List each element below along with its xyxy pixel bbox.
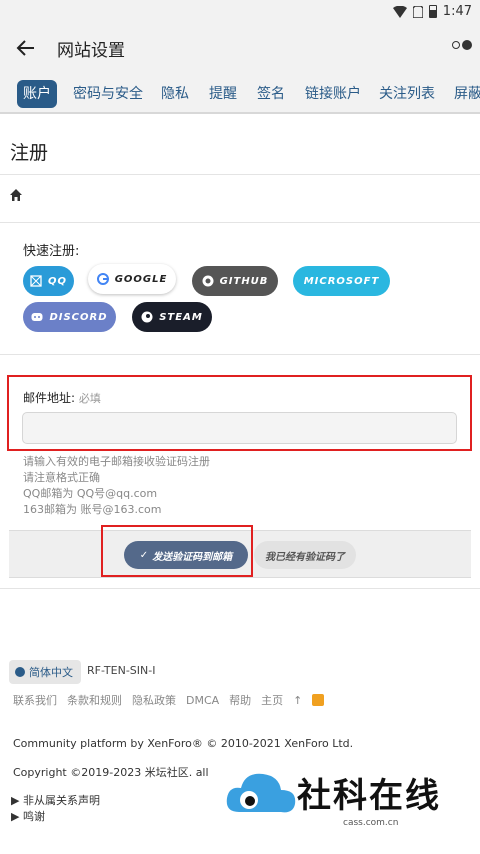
app-bar: 网站设置: [0, 24, 480, 74]
hint-line: 请注意格式正确: [23, 471, 100, 484]
github-label: GITHUB: [219, 275, 269, 287]
home-icon[interactable]: [9, 188, 23, 202]
footer-link-top[interactable]: ↑: [293, 694, 302, 707]
footer-link[interactable]: 条款和规则: [67, 692, 122, 708]
github-icon: [202, 275, 214, 287]
language-chooser[interactable]: 简体中文: [9, 660, 81, 684]
sim-icon: [412, 5, 423, 18]
app-title: 网站设置: [57, 41, 125, 61]
discord-label: DISCORD: [49, 311, 108, 323]
copyright-xenforo: Community platform by XenForo® © 2010-20…: [13, 737, 354, 750]
credits-link[interactable]: ▶ 鸣谢: [11, 808, 45, 824]
have-code-label: 我已经有验证码了: [265, 551, 345, 563]
back-arrow-icon[interactable]: [14, 36, 38, 60]
google-login-button[interactable]: GOOGLE: [88, 264, 176, 294]
cloud-logo-icon: [226, 773, 296, 813]
style-name[interactable]: RF-TEN-SIN-I: [87, 664, 155, 677]
footer-links: 联系我们 条款和规则 隐私政策 DMCA 帮助 主页 ↑: [13, 692, 325, 708]
status-time: 1:47: [442, 4, 472, 19]
highlight-box: [101, 525, 253, 577]
highlight-box: [7, 375, 472, 451]
discord-login-button[interactable]: DISCORD: [23, 302, 116, 332]
tab-linked-accounts[interactable]: 链接账户: [299, 80, 367, 108]
footer-link[interactable]: 联系我们: [13, 692, 57, 708]
footer-link[interactable]: 主页: [261, 692, 283, 708]
steam-login-button[interactable]: STEAM: [132, 302, 212, 332]
watermark-url: cass.com.cn: [343, 818, 399, 828]
hint-line: 请输入有效的电子邮箱接收验证码注册: [23, 455, 210, 468]
steam-label: STEAM: [159, 311, 203, 323]
qq-login-button[interactable]: QQ: [23, 266, 74, 296]
tab-account[interactable]: 账户: [17, 80, 57, 108]
globe-icon: [15, 667, 25, 677]
microsoft-label: MICROSOFT: [303, 275, 380, 287]
tab-privacy[interactable]: 隐私: [155, 80, 195, 108]
disclaimer-link[interactable]: ▶ 非从属关系声明: [11, 792, 100, 808]
divider: [0, 174, 480, 175]
watermark-name: 社科在线: [297, 776, 441, 816]
hint-line: QQ邮箱为 QQ号@qq.com: [23, 487, 158, 500]
theme-toggle-icon[interactable]: [452, 40, 472, 50]
microsoft-login-button[interactable]: MICROSOFT: [293, 266, 390, 296]
language-label: 简体中文: [29, 666, 73, 679]
steam-icon: [141, 311, 153, 323]
footer-link[interactable]: DMCA: [186, 694, 219, 707]
rss-icon[interactable]: [312, 694, 325, 706]
copyright-site: Copyright ©2019-2023 米坛社区. all r: [13, 766, 217, 779]
divider: [0, 354, 480, 355]
watermark: 社科在线 cass.com.cn: [211, 756, 465, 836]
google-icon: [96, 273, 109, 285]
page-title: 注册: [10, 142, 49, 164]
settings-tabs: 账户 密码与安全 隐私 提醒 签名 链接账户 关注列表 屏蔽: [0, 74, 480, 114]
email-hints: 请输入有效的电子邮箱接收验证码注册 请注意格式正确 QQ邮箱为 QQ号@qq.c…: [23, 454, 210, 518]
qq-icon: [30, 275, 42, 287]
footer-link[interactable]: 隐私政策: [132, 692, 176, 708]
divider: [0, 222, 480, 223]
tab-ignoring[interactable]: 屏蔽: [448, 80, 480, 108]
quick-register-label: 快速注册:: [23, 244, 80, 259]
tab-alerts[interactable]: 提醒: [203, 80, 243, 108]
footer-link[interactable]: 帮助: [229, 692, 251, 708]
battery-icon: [428, 5, 437, 18]
tab-signature[interactable]: 签名: [251, 80, 291, 108]
have-code-button[interactable]: 我已经有验证码了: [254, 541, 356, 569]
hint-line: 163邮箱为 账号@163.com: [23, 503, 162, 516]
qq-label: QQ: [47, 275, 67, 287]
github-login-button[interactable]: GITHUB: [192, 266, 278, 296]
discord-icon: [31, 313, 43, 321]
tab-following[interactable]: 关注列表: [373, 80, 441, 108]
wifi-icon: [392, 5, 407, 18]
google-label: GOOGLE: [114, 273, 168, 285]
status-bar: 1:47: [0, 0, 480, 24]
divider: [0, 588, 480, 589]
tab-password-security[interactable]: 密码与安全: [67, 80, 149, 108]
